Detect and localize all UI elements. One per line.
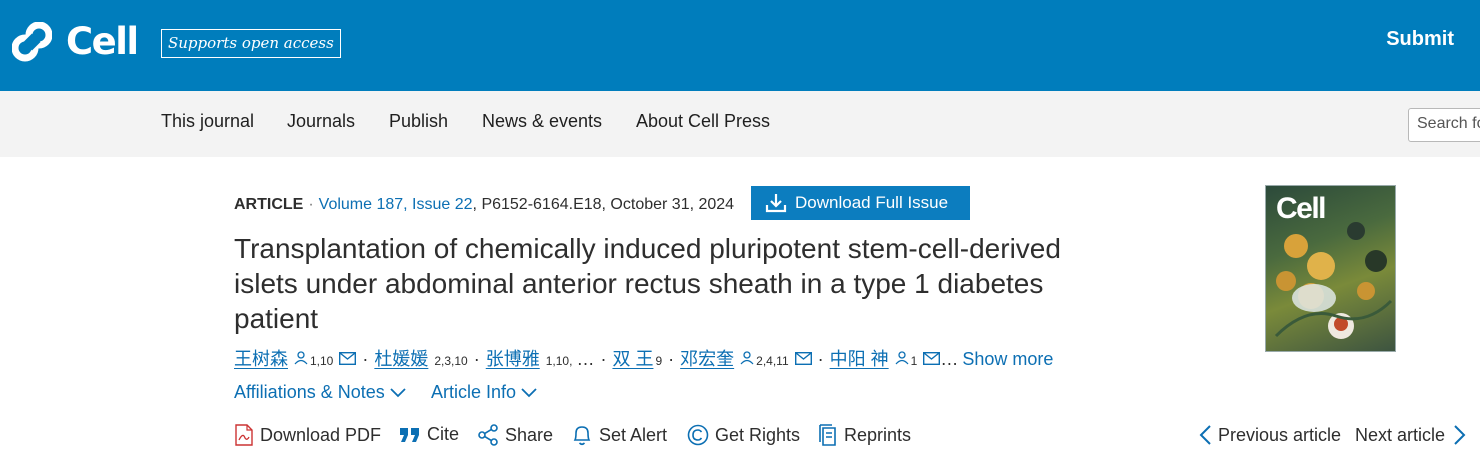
chevron-down-icon xyxy=(390,387,406,397)
person-icon xyxy=(294,351,308,365)
article-meta: ARTICLE · Volume 187, Issue 22, P6152-6164… xyxy=(234,196,735,213)
download-pdf-button[interactable]: Download PDF xyxy=(234,424,381,446)
bell-icon xyxy=(573,426,591,446)
download-pdf-label: Download PDF xyxy=(260,424,382,445)
previous-article-link[interactable]: Previous article xyxy=(1198,424,1341,446)
author-name[interactable]: 双 王 xyxy=(612,345,653,371)
previous-article-label: Previous article xyxy=(1218,424,1342,445)
submit-link[interactable]: Submit xyxy=(1386,28,1454,51)
author-name[interactable]: 王树森 xyxy=(234,345,288,371)
article-title: Transplantation of chemically induced pl… xyxy=(234,233,1061,334)
reprints-label: Reprints xyxy=(844,424,912,445)
next-article-label: Next article xyxy=(1355,424,1446,445)
cell-logo[interactable]: Cell xyxy=(12,20,139,64)
pages-date: P6152-6164.E18, October 31, 2024 xyxy=(481,196,735,213)
nav-this-journal[interactable]: This journal xyxy=(161,111,254,132)
author-name[interactable]: 中阳 神 xyxy=(830,345,889,371)
article-type: ARTICLE xyxy=(234,196,304,213)
share-icon xyxy=(478,424,498,446)
email-icon[interactable] xyxy=(339,352,357,365)
author-affiliation-sup: 2,3,10 xyxy=(434,354,468,368)
author-affiliation-sup: 1 xyxy=(910,354,918,368)
download-full-issue-label: Download Full Issue xyxy=(795,193,949,212)
download-icon xyxy=(765,194,787,213)
get-rights-label: Get Rights xyxy=(715,424,801,445)
set-alert-label: Set Alert xyxy=(599,424,668,445)
download-full-issue-button[interactable]: Download Full Issue xyxy=(751,186,970,220)
author-affiliation-sup: 1,10 xyxy=(310,354,334,368)
cite-button[interactable]: Cite xyxy=(399,424,459,445)
email-icon[interactable] xyxy=(794,352,812,365)
chevron-right-icon xyxy=(1454,425,1466,445)
article-info-label: Article Info xyxy=(431,382,517,402)
journal-cover-image[interactable]: Cell xyxy=(1265,185,1396,352)
person-icon xyxy=(895,351,909,365)
authors-ellipsis: … xyxy=(576,349,595,369)
reprints-button[interactable]: Reprints xyxy=(818,424,911,446)
show-more-authors-link[interactable]: Show more xyxy=(962,349,1053,370)
chevron-left-icon xyxy=(1199,425,1211,445)
nav-publish[interactable]: Publish xyxy=(389,111,448,132)
chevron-down-icon xyxy=(521,387,537,397)
quote-icon xyxy=(400,427,419,442)
copyright-icon xyxy=(687,424,709,446)
nav-news-events[interactable]: News & events xyxy=(482,111,602,132)
share-button[interactable]: Share xyxy=(477,424,553,446)
cell-press-logo-icon xyxy=(12,22,52,62)
affiliations-notes-toggle[interactable]: Affiliations & Notes xyxy=(234,382,407,403)
next-article-link[interactable]: Next article xyxy=(1355,424,1467,446)
pdf-icon xyxy=(235,424,253,446)
nav-about-cell-press[interactable]: About Cell Press xyxy=(636,111,770,132)
authors-trailing-ellipsis: … xyxy=(940,349,959,369)
author-affiliation-sup: 9 xyxy=(655,354,663,368)
search-input[interactable]: Search fo xyxy=(1408,108,1480,142)
person-icon xyxy=(740,351,754,365)
author-list: 王树森 1,10 · 杜媛媛 2,3,10 · 张博雅 1,10, … · 双 … xyxy=(234,345,1053,371)
get-rights-button[interactable]: Get Rights xyxy=(687,424,800,446)
cover-title: Cell xyxy=(1276,192,1327,225)
main-nav: This journal Journals Publish News & eve… xyxy=(0,91,1480,157)
cite-label: Cite xyxy=(427,424,460,444)
author-name[interactable]: 邓宏奎 xyxy=(680,345,734,371)
article-info-toggle[interactable]: Article Info xyxy=(431,382,538,403)
share-label: Share xyxy=(505,424,554,445)
author-affiliation-sup: 1,10, xyxy=(545,354,573,368)
open-access-badge[interactable]: Supports open access xyxy=(161,29,341,58)
reprints-icon xyxy=(819,424,836,446)
set-alert-button[interactable]: Set Alert xyxy=(571,424,667,446)
nav-journals[interactable]: Journals xyxy=(287,111,355,132)
top-bar: Cell Supports open access Submit xyxy=(0,0,1480,91)
author-name[interactable]: 张博雅 xyxy=(486,345,540,371)
logo-text: Cell xyxy=(66,20,139,63)
author-affiliation-sup: 2,4,11 xyxy=(756,354,789,368)
email-icon[interactable] xyxy=(923,352,941,365)
volume-issue-link[interactable]: Volume 187, Issue 22 xyxy=(319,196,473,213)
author-name[interactable]: 杜媛媛 xyxy=(374,345,428,371)
affiliations-notes-label: Affiliations & Notes xyxy=(234,382,385,402)
